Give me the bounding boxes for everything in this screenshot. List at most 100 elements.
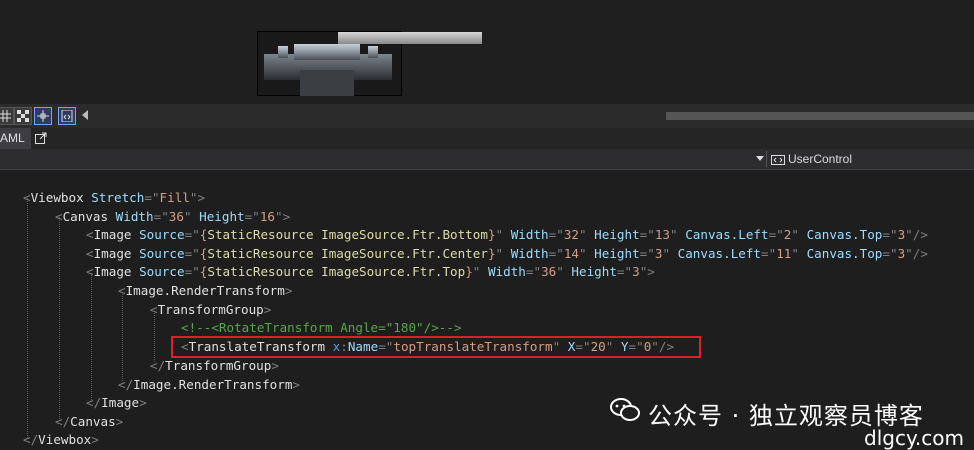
code-token: Height bbox=[586, 227, 640, 242]
code-token: 11 bbox=[776, 246, 792, 261]
code-snippet-icon bbox=[61, 110, 73, 122]
navigation-bar: UserControl bbox=[0, 149, 974, 170]
code-token: " bbox=[556, 227, 564, 242]
code-line: </Image.RenderTransform> bbox=[118, 375, 300, 394]
horizontal-scrollbar[interactable] bbox=[666, 112, 974, 120]
code-token: TransformGroup bbox=[157, 302, 264, 317]
nav-divider bbox=[766, 151, 767, 167]
code-token: ImageSource.Ftr.Center bbox=[321, 246, 488, 261]
code-line: <TransformGroup> bbox=[150, 300, 271, 319]
chevron-down-icon[interactable] bbox=[756, 156, 764, 161]
code-line: <Viewbox Stretch="Fill"> bbox=[23, 188, 205, 207]
code-token: " bbox=[495, 227, 504, 242]
code-token: " bbox=[647, 246, 655, 261]
code-token: < bbox=[86, 264, 94, 279]
code-token: 16 bbox=[259, 209, 275, 224]
code-token: Height bbox=[586, 246, 640, 261]
code-token: Width bbox=[480, 264, 526, 279]
indent-guide bbox=[91, 273, 92, 400]
code-token: " bbox=[889, 227, 898, 242]
scroll-left-arrow-icon[interactable] bbox=[82, 110, 88, 120]
code-token: 36 bbox=[168, 209, 184, 224]
grid-toggle-button[interactable] bbox=[0, 107, 14, 125]
code-token: < bbox=[23, 190, 31, 205]
code-token: < bbox=[55, 209, 63, 224]
code-line: </Image> bbox=[86, 393, 147, 412]
code-token: > bbox=[115, 414, 124, 429]
code-token: "/> bbox=[905, 246, 928, 261]
code-token: Canvas.Left bbox=[670, 246, 762, 261]
code-token: Fill bbox=[159, 190, 190, 205]
code-line: </TransformGroup> bbox=[150, 356, 279, 375]
code-token: 14 bbox=[563, 246, 579, 261]
code-token: " bbox=[151, 190, 160, 205]
code-token: Image bbox=[93, 246, 132, 261]
code-line: </Canvas> bbox=[55, 412, 123, 431]
editor-tab-row: AML bbox=[0, 128, 974, 149]
watermark-url: dlgcy.com bbox=[864, 426, 964, 450]
code-token: Image.RenderTransform bbox=[133, 377, 293, 392]
type-selector[interactable]: UserControl bbox=[771, 149, 852, 169]
code-token: "/> bbox=[905, 227, 928, 242]
code-snippet-toggle-button[interactable] bbox=[58, 107, 76, 125]
usercontrol-icon bbox=[771, 154, 785, 165]
code-token: </ bbox=[118, 377, 134, 392]
code-token: " bbox=[670, 227, 678, 242]
code-line: <Image Source="{StaticResource ImageSour… bbox=[86, 244, 928, 263]
tab-xaml[interactable]: AML bbox=[0, 128, 31, 149]
code-token: Width bbox=[503, 227, 549, 242]
code-token: StaticResource bbox=[207, 227, 314, 242]
code-token: <!--<RotateTransform Angle="180"/>--> bbox=[181, 320, 462, 335]
code-line: <Image Source="{StaticResource ImageSour… bbox=[86, 262, 655, 281]
code-token: </ bbox=[55, 414, 71, 429]
code-token: StaticResource bbox=[207, 264, 314, 279]
code-token: " bbox=[647, 227, 655, 242]
code-token: } bbox=[487, 246, 496, 261]
code-token: Canvas.Top bbox=[798, 227, 883, 242]
code-line: <Image.RenderTransform> bbox=[118, 281, 292, 300]
code-token: "> bbox=[189, 190, 206, 205]
code-line: </Viewbox> bbox=[23, 430, 99, 449]
code-token: > bbox=[139, 395, 147, 410]
code-token: > bbox=[91, 432, 99, 447]
code-token: > bbox=[284, 283, 293, 298]
grid-icon bbox=[0, 110, 11, 122]
code-token: Viewbox bbox=[38, 432, 92, 447]
code-token: ImageSource.Ftr.Top bbox=[321, 264, 466, 279]
wechat-icon bbox=[610, 398, 640, 421]
watermark: 公众号 · 独立观察员博客 dlgcy.com bbox=[590, 392, 974, 450]
code-token: </ bbox=[23, 432, 39, 447]
code-token: < bbox=[118, 283, 126, 298]
code-token: Canvas bbox=[62, 209, 109, 224]
code-token: = bbox=[144, 190, 152, 205]
code-token: = bbox=[616, 264, 625, 279]
code-token: " bbox=[252, 209, 260, 224]
code-token: Canvas.Top bbox=[798, 246, 883, 261]
code-token: 36 bbox=[541, 264, 557, 279]
code-token: Stretch bbox=[83, 190, 145, 205]
code-token: < bbox=[86, 227, 94, 242]
checkerboard-icon bbox=[17, 110, 29, 122]
code-token: Viewbox bbox=[30, 190, 84, 205]
code-token: > bbox=[271, 358, 279, 373]
code-token: < bbox=[86, 246, 94, 261]
code-token: Image bbox=[93, 264, 132, 279]
type-selector-label: UserControl bbox=[788, 152, 853, 166]
code-token: " bbox=[791, 246, 799, 261]
code-token: Source bbox=[131, 246, 185, 261]
code-token: " bbox=[495, 246, 504, 261]
preview-image bbox=[264, 44, 392, 96]
code-token: " bbox=[624, 264, 633, 279]
code-token: </ bbox=[86, 395, 102, 410]
snap-toggle-button[interactable] bbox=[34, 107, 52, 125]
code-token: " bbox=[776, 227, 784, 242]
code-token: Canvas.Left bbox=[677, 227, 769, 242]
code-token: " bbox=[791, 227, 799, 242]
selection-adorner[interactable] bbox=[338, 32, 482, 44]
code-token: > bbox=[263, 302, 272, 317]
popout-icon[interactable] bbox=[35, 132, 47, 144]
checkerboard-toggle-button[interactable] bbox=[14, 107, 32, 125]
indent-guide bbox=[122, 292, 123, 381]
highlight-annotation-box bbox=[171, 336, 701, 358]
